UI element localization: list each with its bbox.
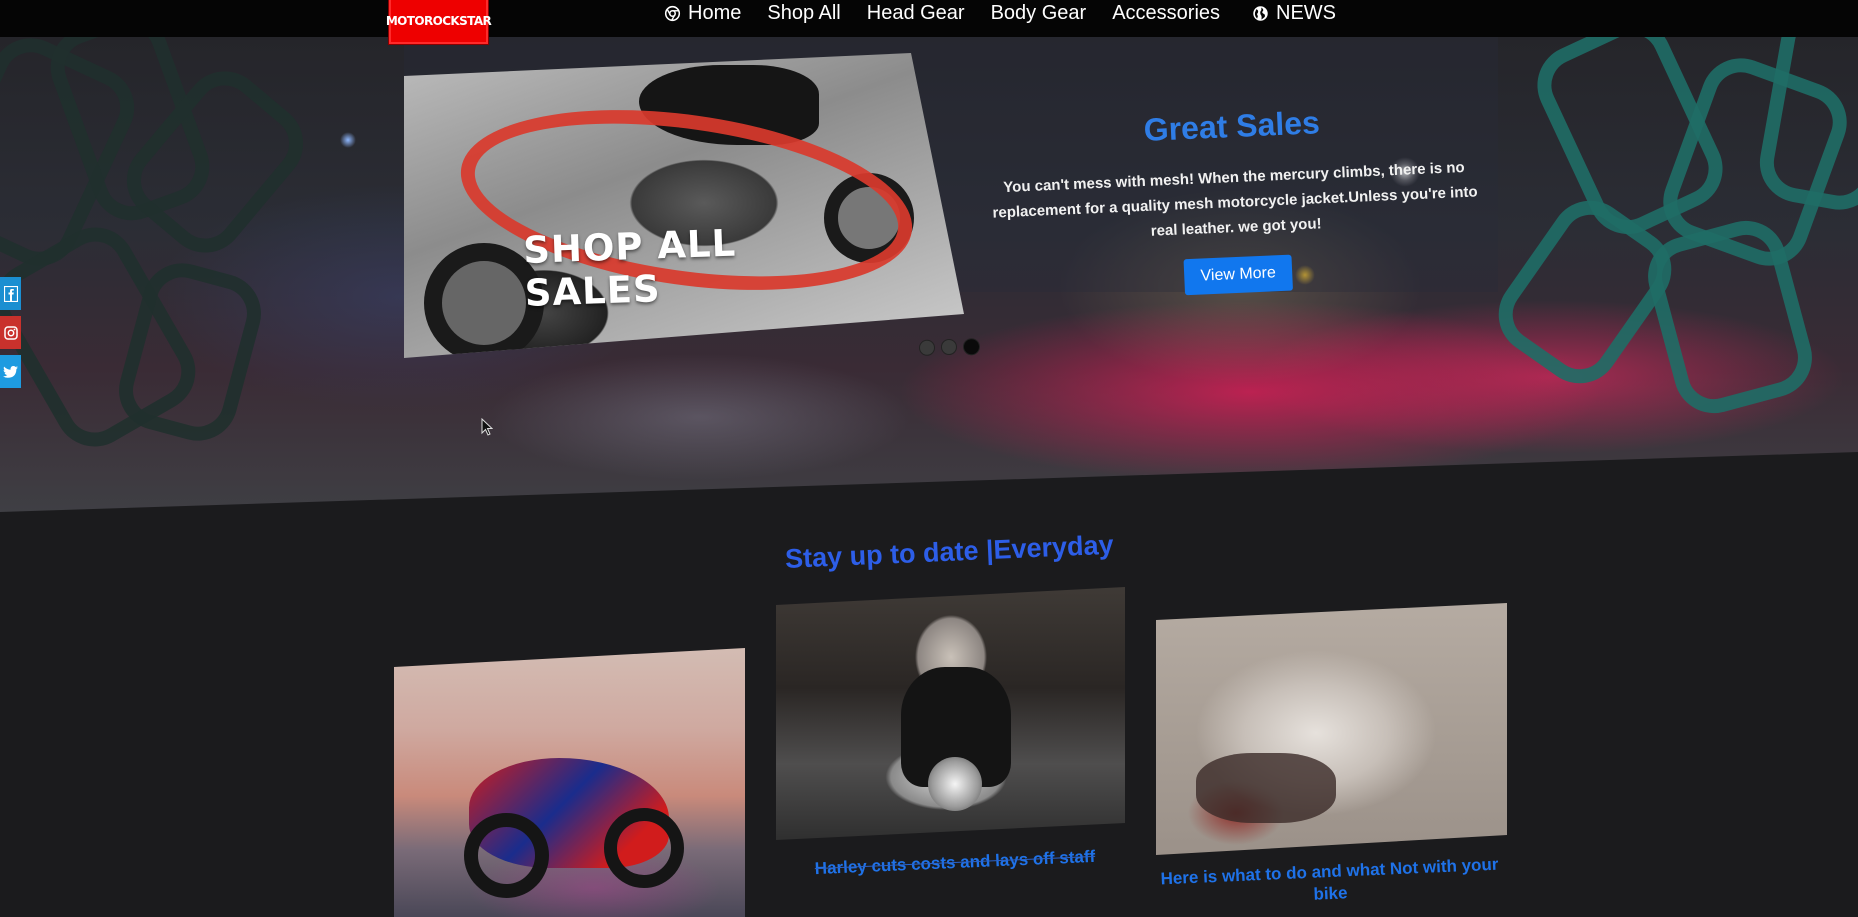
facebook-icon [3, 285, 18, 302]
globe-icon [1253, 5, 1268, 21]
chrome-icon [664, 5, 681, 21]
twitter-button[interactable] [0, 355, 21, 388]
slide-content: Great Sales You can't mess with mesh! Wh… [971, 97, 1499, 305]
nav-item-label: NEWS [1276, 1, 1337, 24]
facebook-button[interactable] [0, 277, 21, 310]
headlight-shape [928, 757, 982, 811]
news-section-title: Stay up to date |Everyday [784, 529, 1115, 574]
carousel-dot-1[interactable] [918, 339, 936, 357]
motorcycle-shape [1196, 753, 1336, 823]
carousel-indicators [918, 337, 981, 357]
news-card-image-3[interactable] [1156, 603, 1507, 855]
instagram-icon [3, 325, 18, 340]
twitter-icon [3, 365, 18, 378]
wheel-shape [464, 813, 549, 898]
view-more-button[interactable]: View More [1183, 254, 1293, 296]
sale-banner-image[interactable]: SHOP ALL SALES [404, 53, 964, 358]
nav-item-label: Shop All [767, 1, 841, 24]
nav-item-label: Head Gear [866, 1, 965, 24]
mouse-cursor-icon [481, 418, 493, 436]
brand-logo[interactable]: MOTOROCKSTAR [386, 0, 492, 44]
nav-menu: Home Shop All Head Gear Body Gear Access… [664, 0, 1336, 26]
slide-description: You can't mess with mesh! When the mercu… [992, 158, 1478, 240]
news-card-caption-3[interactable]: Here is what to do and what Not with you… [1149, 853, 1511, 913]
carousel-dot-2[interactable] [940, 338, 958, 356]
carousel-dot-3[interactable] [962, 337, 981, 356]
nav-item-news[interactable]: NEWS [1252, 2, 1336, 25]
nav-item-accessories[interactable]: Accessories [1112, 2, 1220, 25]
nav-item-label: Accessories [1112, 1, 1221, 24]
page: MOTOROCKSTAR Home Shop All Head Gear Bod… [0, 0, 1858, 917]
top-navbar: MOTOROCKSTAR Home Shop All Head Gear Bod… [0, 0, 1858, 44]
shop-all-sales-text: SHOP ALL SALES [522, 221, 737, 315]
nav-item-head-gear[interactable]: Head Gear [867, 2, 965, 25]
nav-item-label: Body Gear [990, 1, 1087, 24]
news-card-image-2[interactable] [776, 587, 1125, 840]
news-card-caption-2[interactable]: Harley cuts costs and lays off staff [790, 845, 1121, 881]
nav-item-label: Home [688, 1, 742, 24]
nav-item-body-gear[interactable]: Body Gear [991, 2, 1087, 25]
social-sidebar [0, 277, 21, 388]
instagram-button[interactable] [0, 316, 21, 349]
wheel-shape [604, 808, 684, 888]
nav-item-home[interactable]: Home [664, 2, 741, 25]
light-flare [340, 132, 356, 148]
news-card-image-1[interactable] [394, 648, 745, 917]
nav-item-shop-all[interactable]: Shop All [767, 2, 840, 25]
